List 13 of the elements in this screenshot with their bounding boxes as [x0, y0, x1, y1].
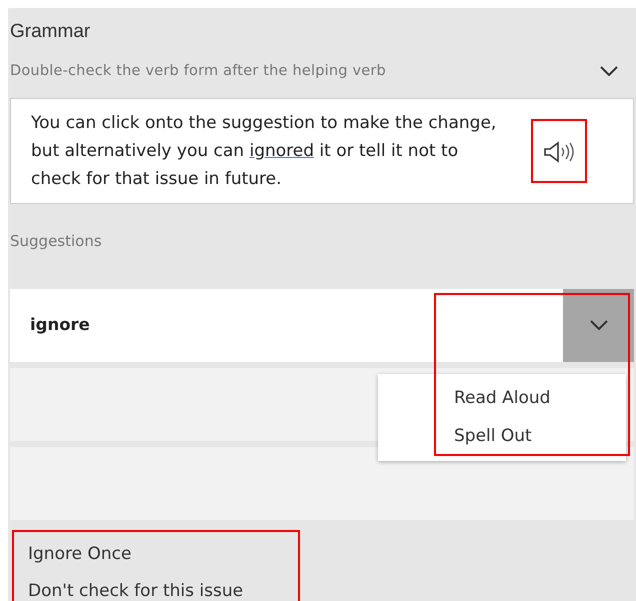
- section-label: Suggestions: [9, 231, 103, 252]
- caret-icon: [590, 320, 608, 330]
- dropdown-button[interactable]: [563, 288, 634, 362]
- panel-title: Grammar: [9, 20, 92, 44]
- explanation-text: You can click onto the suggestion to make the change, but alternatively you can ignored it or tell it not to check for that issue in future.: [31, 112, 498, 192]
- speaker-icon[interactable]: [543, 140, 575, 163]
- link[interactable]: ignored: [249, 141, 314, 162]
- issue-heading[interactable]: Double-check the verb form after the helping verb: [10, 60, 386, 82]
- action-link[interactable]: Don't check for this issue: [28, 573, 244, 601]
- suggestion-item[interactable]: ignore: [10, 288, 563, 362]
- menu-item[interactable]: Read Aloud: [378, 380, 626, 418]
- expand-icon[interactable]: [600, 66, 618, 76]
- action-link[interactable]: Ignore Once: [28, 536, 132, 574]
